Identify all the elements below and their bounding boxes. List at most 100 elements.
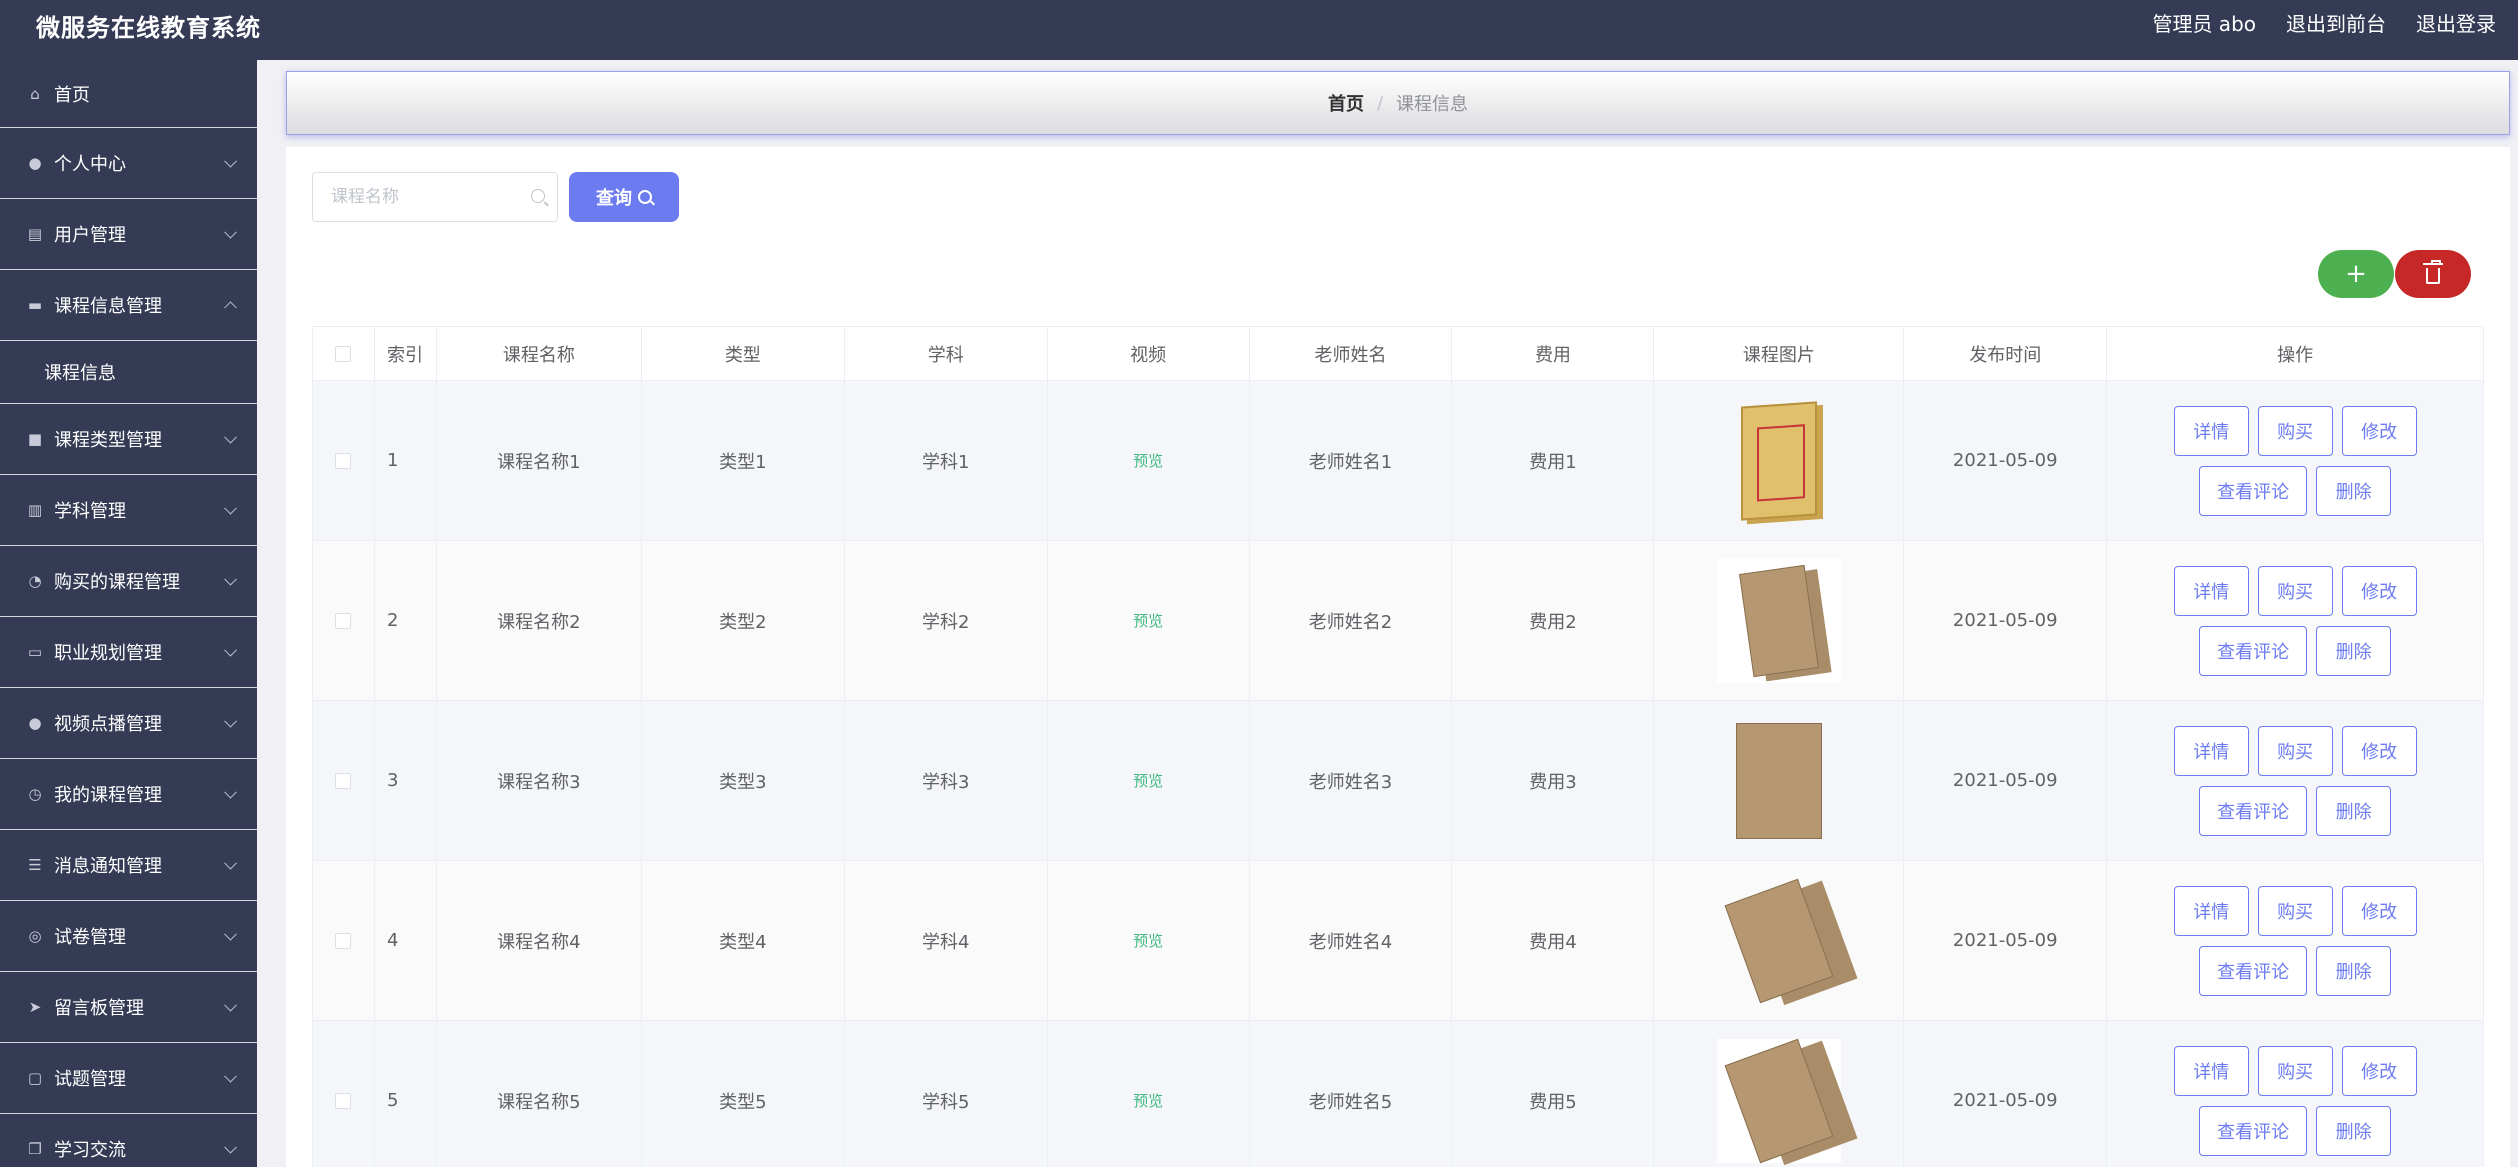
delete-button[interactable]: 删除 — [2316, 1105, 2392, 1156]
publish-date-cell: 2021-05-09 — [1904, 381, 2108, 541]
fee-cell: 费用1 — [1452, 381, 1655, 541]
chevron-down-icon — [224, 572, 237, 586]
video-preview-link[interactable]: 预览 — [1133, 450, 1163, 471]
sidebar-item-purchased-course-management[interactable]: ◔ 购买的课程管理 — [0, 546, 257, 617]
row-select-cell — [313, 861, 375, 1021]
row-actions-bottom: 查看评论 删除 — [2199, 465, 2392, 516]
add-button[interactable]: + — [2318, 250, 2394, 298]
row-checkbox[interactable] — [335, 1092, 352, 1109]
delete-button[interactable]: 删除 — [2316, 625, 2392, 676]
type-cell: 类型5 — [642, 1021, 845, 1167]
chevron-down-icon — [224, 714, 237, 728]
detail-button[interactable]: 详情 — [2173, 405, 2249, 456]
sidebar-item-label: 课程信息管理 — [54, 296, 162, 317]
type-cell: 类型2 — [641, 541, 845, 701]
delete-button[interactable]: 删除 — [2316, 465, 2392, 516]
sidebar-item-personal-center[interactable]: ● 个人中心 — [0, 128, 257, 199]
plus-icon: + — [2345, 259, 2367, 289]
sidebar-item-career-planning-management[interactable]: ▭ 职业规划管理 — [0, 617, 257, 688]
row-checkbox[interactable] — [335, 932, 352, 949]
teacher-cell: 老师姓名2 — [1249, 541, 1453, 701]
row-select-cell — [313, 1021, 375, 1167]
detail-button[interactable]: 详情 — [2173, 565, 2249, 616]
sidebar-item-notification-management[interactable]: ☰ 消息通知管理 — [0, 830, 257, 901]
buy-button[interactable]: 购买 — [2257, 565, 2333, 616]
type-cell: 类型1 — [641, 381, 845, 541]
edit-button[interactable]: 修改 — [2341, 1045, 2417, 1096]
column-header: 学科 — [844, 327, 1048, 381]
sidebar-item-course-info-management[interactable]: ▬ 课程信息管理 — [0, 270, 257, 341]
edit-button[interactable]: 修改 — [2341, 725, 2417, 776]
chevron-down-icon — [224, 856, 237, 870]
sidebar-item-exam-paper-management[interactable]: ◎ 试卷管理 — [0, 901, 257, 972]
course-name-search-input[interactable] — [331, 173, 531, 221]
column-header: 发布时间 — [1904, 327, 2108, 381]
edit-button[interactable]: 修改 — [2341, 565, 2417, 616]
sidebar-item-study-exchange[interactable]: ❐ 学习交流 — [0, 1114, 257, 1167]
sidebar: ⌂ 首页 ● 个人中心 ▤ 用户管理 ▬ 课程信息管理 课程信息 ■ 课程类型管… — [0, 60, 257, 1167]
video-preview-link[interactable]: 预览 — [1133, 610, 1163, 631]
row-actions: 详情 购买 修改 查看评论 删除 — [2173, 885, 2417, 996]
batch-delete-button[interactable] — [2395, 250, 2471, 298]
sidebar-item-label: 购买的课程管理 — [54, 572, 180, 593]
breadcrumb-home[interactable]: 首页 — [1328, 90, 1364, 116]
detail-button[interactable]: 详情 — [2173, 725, 2249, 776]
delete-button[interactable]: 删除 — [2316, 785, 2392, 836]
sidebar-item-course-type-management[interactable]: ■ 课程类型管理 — [0, 404, 257, 475]
view-comments-button[interactable]: 查看评论 — [2199, 465, 2308, 516]
video-preview-link[interactable]: 预览 — [1133, 770, 1163, 791]
column-header: 老师姓名 — [1249, 327, 1453, 381]
buy-button[interactable]: 购买 — [2257, 405, 2333, 456]
buy-button[interactable]: 购买 — [2257, 885, 2333, 936]
breadcrumb-current: 课程信息 — [1396, 94, 1469, 115]
sidebar-item-my-course-management[interactable]: ◷ 我的课程管理 — [0, 759, 257, 830]
column-header: 课程图片 — [1654, 327, 1905, 381]
sidebar-item-user-management[interactable]: ▤ 用户管理 — [0, 199, 257, 270]
sidebar-item-message-board-management[interactable]: ➤ 留言板管理 — [0, 972, 257, 1043]
search-icon — [638, 190, 652, 204]
edit-button[interactable]: 修改 — [2341, 885, 2417, 936]
select-all-checkbox[interactable] — [335, 345, 352, 362]
bar-chart-icon: ▥ — [27, 501, 43, 519]
detail-button[interactable]: 详情 — [2173, 885, 2249, 936]
sidebar-item-home[interactable]: ⌂ 首页 — [0, 60, 257, 128]
row-actions: 详情 购买 修改 查看评论 删除 — [2173, 1045, 2417, 1156]
column-header: 视频 — [1047, 327, 1250, 381]
edit-button[interactable]: 修改 — [2341, 405, 2417, 456]
teacher-cell: 老师姓名5 — [1250, 1021, 1453, 1167]
view-comments-button[interactable]: 查看评论 — [2199, 785, 2308, 836]
exit-to-frontend-link[interactable]: 退出到前台 — [2286, 8, 2386, 37]
sidebar-item-video-on-demand-management[interactable]: ● 视频点播管理 — [0, 688, 257, 759]
teacher-cell: 老师姓名4 — [1249, 861, 1453, 1021]
view-comments-button[interactable]: 查看评论 — [2199, 945, 2308, 996]
sidebar-subitem-label: 课程信息 — [44, 363, 116, 384]
video-preview-link[interactable]: 预览 — [1133, 930, 1163, 951]
query-button[interactable]: 查询 — [569, 172, 679, 222]
view-comments-button[interactable]: 查看评论 — [2199, 1105, 2308, 1156]
row-actions-top: 详情 购买 修改 — [2173, 885, 2417, 936]
index-cell: 1 — [374, 381, 437, 541]
row-checkbox[interactable] — [335, 612, 352, 629]
course-image-cell — [1654, 861, 1905, 1021]
sidebar-item-question-management[interactable]: ▢ 试题管理 — [0, 1043, 257, 1114]
row-actions: 详情 购买 修改 查看评论 删除 — [2173, 565, 2417, 676]
detail-button[interactable]: 详情 — [2173, 1045, 2249, 1096]
admin-user-label[interactable]: 管理员 abo — [2152, 8, 2256, 37]
row-checkbox[interactable] — [335, 452, 352, 469]
sidebar-item-label: 留言板管理 — [54, 998, 144, 1019]
delete-button[interactable]: 删除 — [2316, 945, 2392, 996]
sidebar-subitem-course-info[interactable]: 课程信息 — [0, 341, 257, 404]
buy-button[interactable]: 购买 — [2257, 725, 2333, 776]
row-actions: 详情 购买 修改 查看评论 删除 — [2173, 725, 2417, 836]
buy-button[interactable]: 购买 — [2257, 1045, 2333, 1096]
row-select-cell — [313, 701, 375, 861]
logout-link[interactable]: 退出登录 — [2416, 8, 2496, 37]
publish-date-cell: 2021-05-09 — [1904, 541, 2108, 701]
sidebar-item-subject-management[interactable]: ▥ 学科管理 — [0, 475, 257, 546]
course-name-cell: 课程名称2 — [436, 541, 642, 701]
row-checkbox[interactable] — [335, 772, 352, 789]
video-preview-link[interactable]: 预览 — [1133, 1090, 1163, 1111]
fee-cell: 费用3 — [1452, 701, 1655, 861]
main-content: 查询 + 索引 课程名称 类型 学科 视频 老师姓名 费用 课程图片 发布时间 … — [286, 147, 2510, 1167]
view-comments-button[interactable]: 查看评论 — [2199, 625, 2308, 676]
